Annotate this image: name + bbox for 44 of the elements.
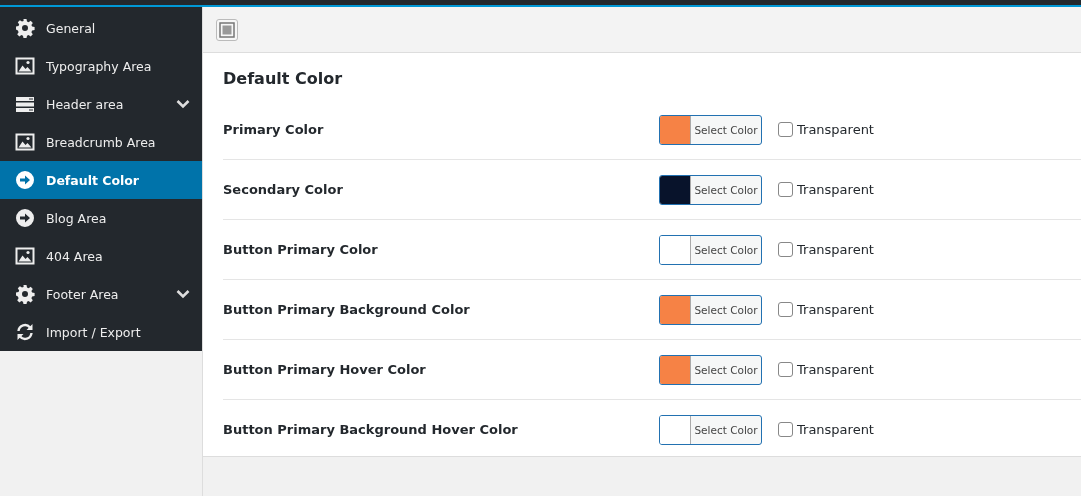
checkbox-label: Transparent	[797, 182, 874, 197]
checkbox[interactable]	[778, 122, 793, 137]
color-picker-button[interactable]: Select Color	[659, 354, 762, 385]
color-picker-button[interactable]: Select Color	[659, 174, 762, 205]
field-label: Primary Color	[223, 122, 325, 137]
color-picker-button[interactable]: Select Color	[659, 414, 762, 445]
chevron-down-icon[interactable]	[176, 99, 190, 109]
layout-toggle-button[interactable]	[216, 18, 238, 41]
sidebar-item[interactable]: Footer Area	[0, 275, 202, 313]
field-label: Button Primary Background Hover Color	[223, 422, 519, 437]
checkbox[interactable]	[778, 362, 793, 377]
image-icon	[15, 56, 35, 76]
gear-icon	[15, 284, 35, 304]
color-picker-button[interactable]: Select Color	[659, 114, 762, 145]
checkbox[interactable]	[778, 422, 793, 437]
chevron-down-icon[interactable]	[176, 289, 190, 299]
image-icon	[15, 132, 35, 152]
sidebar-item[interactable]: Header area	[0, 85, 202, 123]
checkbox[interactable]	[778, 182, 793, 197]
color-picker-button[interactable]: Select Color	[659, 234, 762, 265]
checkbox-label: Transparent	[797, 242, 874, 257]
sidebar-item[interactable]: Import / Export	[0, 313, 202, 351]
checkbox-label: Transparent	[797, 122, 874, 137]
field-label: Button Primary Hover Color	[223, 362, 427, 377]
field-label: Button Primary Background Color	[223, 302, 471, 317]
list-icon	[15, 94, 35, 114]
sidebar-item[interactable]: 404 Area	[0, 237, 202, 275]
checkbox[interactable]	[778, 242, 793, 257]
checkbox-label: Transparent	[797, 422, 874, 437]
section-title: Default Color	[223, 69, 344, 88]
sidebar-item[interactable]: Typography Area	[0, 47, 202, 85]
sidebar-item[interactable]: General	[0, 9, 202, 47]
sidebar-item[interactable]: Blog Area	[0, 199, 202, 237]
gear-icon	[15, 18, 35, 38]
field-label: Secondary Color	[223, 182, 344, 197]
checkbox[interactable]	[778, 302, 793, 317]
color-picker-button[interactable]: Select Color	[659, 294, 762, 325]
sidebar-item[interactable]: Default Color	[0, 161, 202, 199]
field-label: Button Primary Color	[223, 242, 379, 257]
refresh-icon	[15, 322, 35, 342]
image-icon	[15, 246, 35, 266]
checkbox-label: Transparent	[797, 362, 874, 377]
sidebar-item[interactable]: Breadcrumb Area	[0, 123, 202, 161]
checkbox-label: Transparent	[797, 302, 874, 317]
